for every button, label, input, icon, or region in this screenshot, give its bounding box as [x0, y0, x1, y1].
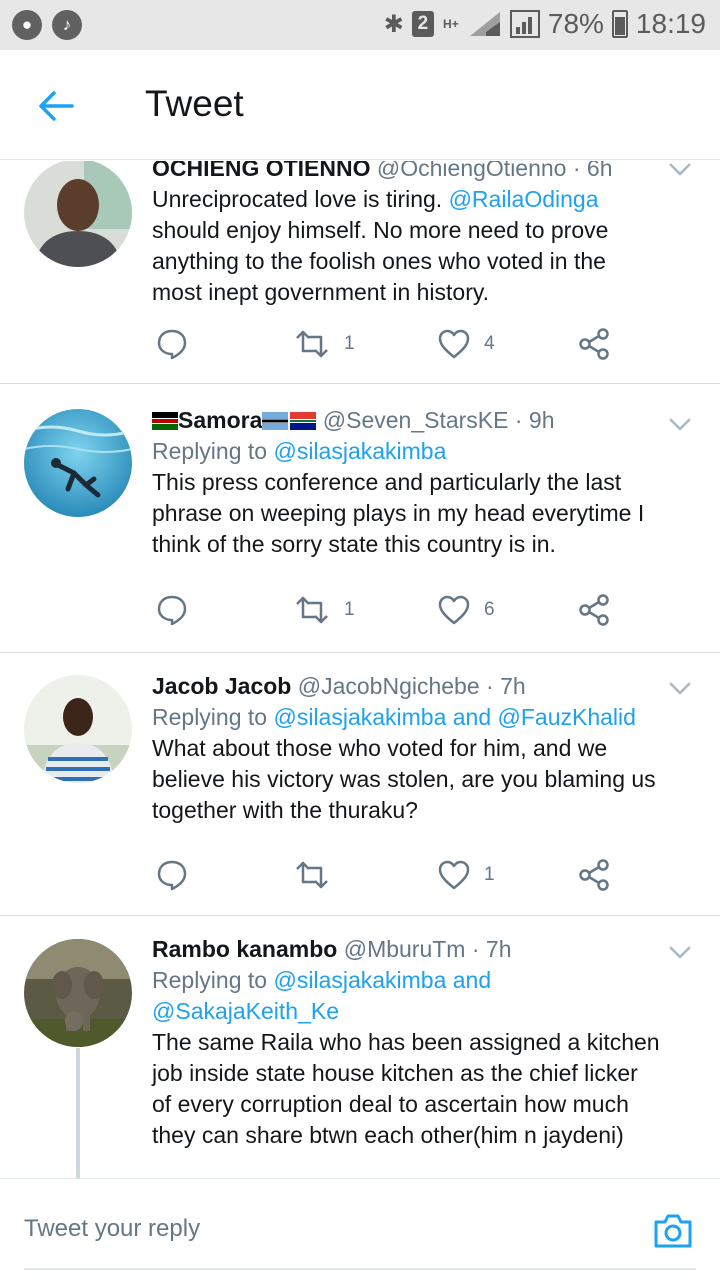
south-africa-flag-icon	[290, 412, 317, 430]
heart-icon	[438, 860, 470, 890]
chevron-down-icon[interactable]	[668, 161, 692, 177]
tweet-text: This press conference and particularly t…	[152, 469, 645, 557]
mention-link[interactable]: @silasjakakimba and @FauzKhalid	[273, 704, 635, 730]
clock: 18:19	[635, 8, 706, 39]
heart-icon	[438, 329, 470, 359]
tweet-time: · 7h	[471, 936, 512, 962]
tweet-header: Jacob Jacob @JacobNgichebe · 7h	[152, 671, 690, 702]
reply-feed[interactable]: OCHIENG OTIENNO @OchiengOtienno · 6h Unr…	[0, 161, 720, 1178]
tweet-actions: 1	[152, 855, 622, 895]
user-handle[interactable]: @JacobNgichebe	[298, 673, 480, 699]
reply-input[interactable]: Tweet your reply	[24, 1215, 200, 1243]
signal-2-icon	[509, 10, 540, 38]
tweet-1[interactable]: OCHIENG OTIENNO @OchiengOtienno · 6h Unr…	[0, 161, 720, 384]
tweet-3[interactable]: Jacob Jacob @JacobNgichebe · 7h Replying…	[0, 653, 720, 916]
retweet-button[interactable]: 1	[294, 324, 355, 364]
comment-icon	[157, 860, 187, 891]
chevron-down-icon[interactable]	[668, 416, 692, 432]
replying-to-continued: @SakajaKeith_Ke	[152, 996, 690, 1027]
heart-icon	[438, 595, 470, 625]
music-note-icon: ♪	[52, 10, 82, 40]
mention-link[interactable]: @RailaOdinga	[449, 186, 599, 212]
mention-link[interactable]: @silasjakakimba	[273, 438, 446, 464]
retweet-button[interactable]: 1	[294, 590, 355, 630]
user-handle[interactable]: @OchiengOtienno	[377, 161, 567, 181]
tweet-header: Rambo kanambo @MburuTm · 7h	[152, 934, 690, 965]
tweet-actions: 1 6	[152, 590, 622, 630]
tweet-header: OCHIENG OTIENNO @OchiengOtienno · 6h	[152, 161, 690, 184]
share-button[interactable]	[578, 855, 610, 895]
signal-icon	[469, 12, 500, 36]
tweet-time: · 9h	[514, 407, 555, 433]
like-count: 1	[484, 864, 495, 885]
user-handle[interactable]: @Seven_StarsKE	[323, 407, 509, 433]
input-underline	[24, 1268, 696, 1270]
tweet-text: Unreciprocated love is tiring. @RailaOdi…	[152, 186, 609, 305]
replying-to: Replying to @silasjakakimba and	[152, 967, 492, 993]
tweet-time: · 6h	[572, 161, 613, 181]
reply-button[interactable]	[156, 855, 188, 895]
display-name[interactable]: Rambo kanambo	[152, 936, 337, 962]
retweet-icon	[296, 596, 328, 624]
like-button[interactable]: 1	[438, 855, 495, 895]
kenya-flag-icon	[152, 412, 178, 430]
battery-percent: 78%	[547, 8, 604, 39]
like-count: 4	[484, 333, 495, 354]
retweet-button[interactable]	[294, 855, 344, 895]
sim-badge: 2	[411, 11, 434, 37]
camera-icon[interactable]	[652, 1209, 694, 1251]
like-count: 6	[484, 599, 495, 620]
avatar[interactable]	[24, 409, 132, 517]
retweet-icon	[296, 861, 328, 889]
tweet-time: · 7h	[486, 673, 526, 699]
retweet-count: 1	[344, 333, 355, 354]
chevron-down-icon[interactable]	[668, 944, 692, 960]
app-header: Tweet	[0, 50, 720, 160]
tweet-text: What about those who voted for him, and …	[152, 735, 656, 823]
avatar[interactable]	[24, 161, 132, 267]
thread-connector	[76, 1048, 80, 1178]
reply-button[interactable]	[156, 324, 188, 364]
chevron-down-icon[interactable]	[668, 680, 692, 696]
network-type: H+	[443, 16, 459, 31]
music-app-icon: ●	[12, 10, 42, 40]
status-bar: ● ♪ ✱ 2 H+ 78% 18:19	[0, 0, 720, 50]
retweet-count: 1	[344, 599, 355, 620]
back-arrow-icon[interactable]	[36, 86, 76, 126]
comment-icon	[157, 595, 187, 626]
tweet-text: The same Raila who has been assigned a k…	[152, 1029, 660, 1148]
replying-to: Replying to @silasjakakimba and @FauzKha…	[152, 704, 636, 730]
like-button[interactable]: 4	[438, 324, 495, 364]
comment-icon	[157, 329, 187, 360]
share-button[interactable]	[578, 590, 610, 630]
tweet-header: Samora @Seven_StarsKE · 9h	[152, 405, 690, 436]
page-title: Tweet	[145, 83, 244, 124]
display-name[interactable]: Jacob Jacob	[152, 673, 291, 699]
retweet-icon	[296, 330, 328, 358]
user-handle[interactable]: @MburuTm	[344, 936, 466, 962]
reply-button[interactable]	[156, 590, 188, 630]
display-name[interactable]: OCHIENG OTIENNO	[152, 161, 371, 181]
share-button[interactable]	[578, 324, 610, 364]
avatar[interactable]	[24, 939, 132, 1047]
mention-link[interactable]: @silasjakakimba and	[273, 967, 491, 993]
reply-bar: Tweet your reply	[0, 1178, 720, 1280]
avatar[interactable]	[24, 675, 132, 783]
bluetooth-icon: ✱	[383, 10, 404, 38]
share-icon	[579, 328, 609, 360]
share-icon	[579, 859, 609, 891]
like-button[interactable]: 6	[438, 590, 495, 630]
tweet-actions: 1 4	[152, 324, 622, 364]
share-icon	[579, 594, 609, 626]
tweet-2[interactable]: Samora @Seven_StarsKE · 9h Replying to @…	[0, 385, 720, 653]
botswana-flag-icon	[262, 412, 289, 430]
battery-icon	[611, 10, 628, 38]
mention-link[interactable]: @SakajaKeith_Ke	[152, 998, 339, 1024]
tweet-4[interactable]: Rambo kanambo @MburuTm · 7h Replying to …	[0, 916, 720, 1178]
display-name[interactable]: Samora	[178, 407, 262, 433]
replying-to: Replying to @silasjakakimba	[152, 438, 447, 464]
